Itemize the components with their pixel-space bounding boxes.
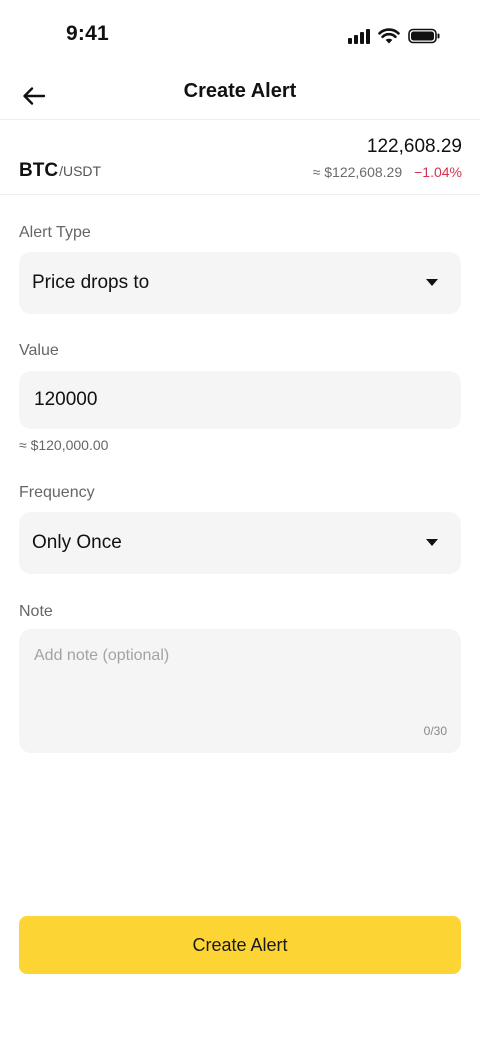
price-details: ≈ $122,608.29 −1.04% [313,164,462,180]
last-price: 122,608.29 [366,136,462,157]
trading-pair: BTC /USDT [19,160,101,182]
cellular-signal-icon [348,28,370,44]
value-usd-equivalent: ≈ $120,000.00 [19,437,109,453]
status-bar: 9:41 [0,0,480,70]
page-title: Create Alert [183,80,297,102]
value-input[interactable] [19,371,461,429]
frequency-select[interactable]: Only Once [19,512,461,574]
value-field [19,371,461,429]
header: Create Alert [0,70,480,120]
note-label: Note [19,603,53,620]
note-input[interactable] [19,629,461,753]
create-alert-button[interactable]: Create Alert [19,916,461,974]
status-icons [348,26,440,46]
price-change: −1.04% [414,164,462,180]
value-label: Value [19,342,59,359]
alert-type-select[interactable]: Price drops to [19,252,461,314]
alert-type-label: Alert Type [19,224,91,241]
caret-down-icon [426,279,438,286]
note-field: 0/30 [19,629,461,753]
price-usd: ≈ $122,608.29 [312,164,403,180]
wifi-icon [378,28,400,44]
pair-base: BTC [19,160,59,181]
battery-icon [408,28,440,44]
status-time: 9:41 [66,22,109,45]
note-char-counter: 0/30 [423,724,447,738]
frequency-label: Frequency [19,484,95,501]
frequency-value: Only Once [32,532,122,553]
create-alert-screen: 9:41 Create Alert BTC /USDT 122,608.29 ≈… [0,0,480,1040]
caret-down-icon [426,539,438,546]
ticker-summary: BTC /USDT 122,608.29 ≈ $122,608.29 −1.04… [0,120,480,195]
pair-quote: /USDT [59,163,102,179]
alert-type-value: Price drops to [32,272,150,293]
